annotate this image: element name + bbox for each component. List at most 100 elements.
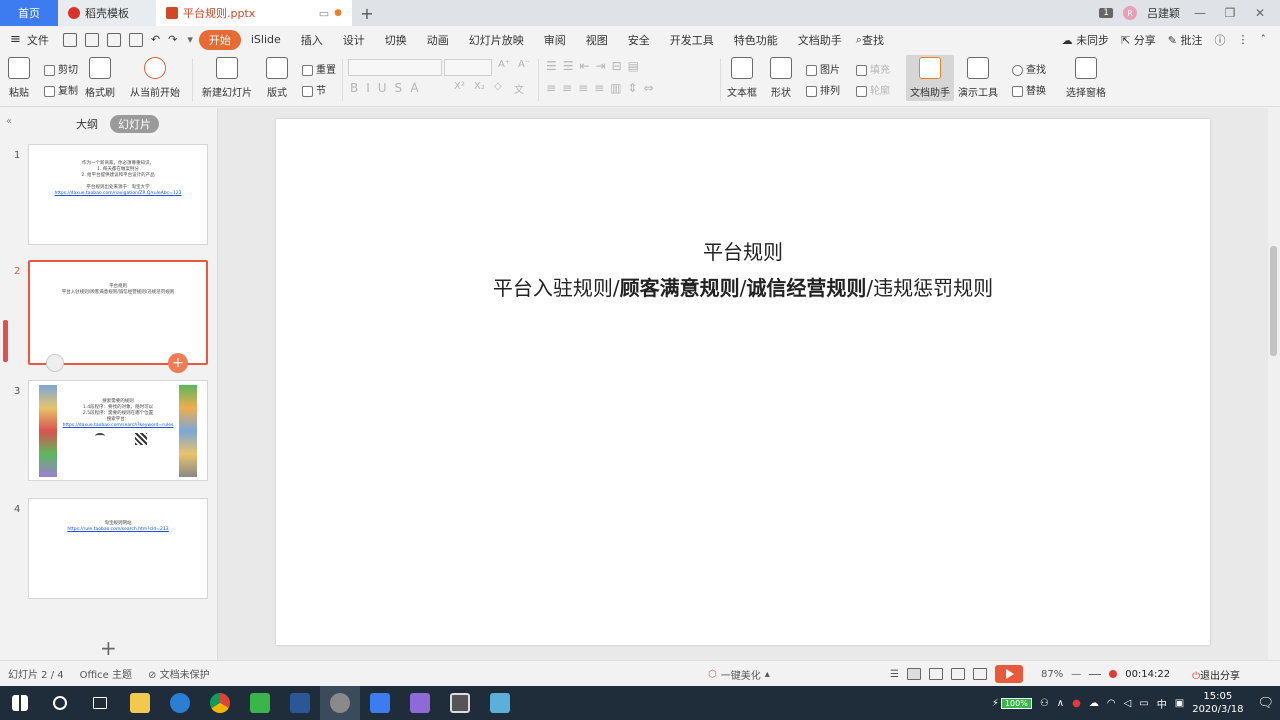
- undo-icon[interactable]: ↶: [151, 33, 160, 46]
- file-explorer-icon[interactable]: [120, 686, 160, 720]
- customize-icon[interactable]: ▾: [187, 33, 193, 46]
- slide-subtitle[interactable]: 平台入驻规则/顾客满意规则/诚信经营规则/违规惩罚规则: [276, 272, 1210, 301]
- person-icon[interactable]: ⚇: [1040, 698, 1049, 709]
- task-view-icon[interactable]: [80, 686, 120, 720]
- cut-button[interactable]: 剪切: [44, 61, 78, 76]
- export-pdf-icon[interactable]: [84, 32, 99, 47]
- share-button[interactable]: ⇱ 分享: [1121, 32, 1156, 48]
- sorter-view-icon[interactable]: [928, 668, 943, 680]
- theme-name[interactable]: Office 主题: [80, 666, 132, 681]
- monitor-icon[interactable]: ▭: [319, 7, 329, 20]
- list-format-icons[interactable]: ☰☰⇤⇥⊟▤: [546, 59, 645, 73]
- menu-developer[interactable]: 开发工具: [660, 32, 724, 48]
- layout-button[interactable]: 版式: [266, 57, 288, 99]
- slide-thumbnail-4[interactable]: 淘宝规则网站 https://rule.taobao.com/search.ht…: [28, 498, 208, 599]
- hamburger-icon[interactable]: ≡: [10, 32, 21, 47]
- more-icon[interactable]: ⋮: [1238, 33, 1249, 46]
- slideshow-play-button[interactable]: [994, 665, 1023, 683]
- save-icon[interactable]: [62, 32, 77, 47]
- app-icon[interactable]: [440, 686, 480, 720]
- arrange-button[interactable]: 排列: [806, 82, 840, 97]
- menu-doc-assistant[interactable]: 文档助手: [788, 32, 852, 48]
- add-slide-button[interactable]: +: [100, 636, 117, 660]
- app-icon[interactable]: [400, 686, 440, 720]
- grow-font-icon[interactable]: A⁺: [498, 59, 510, 70]
- zoom-out-icon[interactable]: —: [1071, 669, 1081, 680]
- avatar[interactable]: R: [1123, 6, 1137, 20]
- app-icon[interactable]: [320, 686, 360, 720]
- redo-icon[interactable]: ↷: [168, 33, 177, 46]
- char-spacing-icon[interactable]: 文: [514, 81, 524, 96]
- picture-button[interactable]: 图片: [806, 61, 840, 76]
- slide-thumbnail-2[interactable]: 平台规则 平台入驻规则/顾客满意规则/诚信经营规则/违规惩罚规则: [28, 260, 208, 365]
- notes-icon[interactable]: ☰: [890, 669, 899, 680]
- slide-thumbnail-3[interactable]: 搜索需要的规则 1.4段程序：要找的对象，随时可以 2.5段程序：需要的规则在哪…: [28, 380, 208, 481]
- normal-view-icon[interactable]: [906, 668, 921, 680]
- restore-icon[interactable]: ❐: [1220, 6, 1240, 20]
- tab-outline[interactable]: 大纲: [68, 115, 106, 133]
- reset-button[interactable]: 重置: [302, 61, 336, 76]
- tray-expand-icon[interactable]: ∧: [1057, 698, 1064, 709]
- zoom-slider[interactable]: [1089, 673, 1102, 675]
- chrome-icon[interactable]: [200, 686, 240, 720]
- menu-file[interactable]: 文件: [25, 32, 59, 48]
- beautify-button[interactable]: ⬡ 一键美化 ▴: [708, 667, 770, 682]
- clock[interactable]: 15:05 2020/3/18: [1192, 690, 1243, 716]
- doc-assistant-button[interactable]: 文档助手: [906, 55, 954, 101]
- tray-app-icon[interactable]: ▣: [1175, 698, 1184, 709]
- collapse-panel-icon[interactable]: «: [6, 116, 12, 127]
- new-slide-button[interactable]: 新建幻灯片: [202, 57, 252, 99]
- tab-slides[interactable]: 幻灯片: [110, 115, 159, 133]
- shape-button[interactable]: 形状: [770, 57, 792, 99]
- align-icons[interactable]: ≡≡≡≡▥⇕⇔: [546, 81, 660, 95]
- collapse-ribbon-icon[interactable]: ˆ: [1261, 33, 1267, 46]
- from-current-button[interactable]: 从当前开始: [130, 57, 180, 99]
- textbox-button[interactable]: 文本框: [727, 57, 757, 99]
- menu-animation[interactable]: 动画: [417, 32, 459, 48]
- subscript-icon[interactable]: X₂: [474, 81, 485, 92]
- sync-status[interactable]: ☁ 未同步: [1062, 32, 1110, 48]
- add-slide-icon[interactable]: +: [168, 353, 188, 373]
- superscript-icon[interactable]: X²: [454, 81, 465, 92]
- menu-slideshow[interactable]: 幻灯片放映: [459, 32, 534, 48]
- zoom-level[interactable]: 87%: [1041, 669, 1063, 680]
- app-icon[interactable]: [240, 686, 280, 720]
- tray-app-icon[interactable]: ●: [1072, 698, 1081, 709]
- slide-title[interactable]: 平台规则: [276, 236, 1210, 265]
- tab-daoke-templates[interactable]: 稻壳模板: [58, 0, 156, 26]
- replace-button[interactable]: 替换: [1012, 82, 1046, 97]
- cortana-icon[interactable]: [40, 686, 80, 720]
- reading-view-icon[interactable]: [950, 668, 965, 680]
- menu-insert[interactable]: 插入: [291, 32, 333, 48]
- notification-icon[interactable]: 🗨: [1257, 696, 1274, 711]
- edge-icon[interactable]: [160, 686, 200, 720]
- word-icon[interactable]: [280, 686, 320, 720]
- menu-view[interactable]: 视图: [576, 32, 618, 48]
- paste-button[interactable]: 粘贴: [8, 57, 30, 99]
- menu-design[interactable]: 设计: [333, 32, 375, 48]
- present-tools-button[interactable]: 演示工具: [958, 57, 998, 99]
- play-slide-icon[interactable]: [46, 354, 64, 372]
- help-icon[interactable]: ⓘ: [1215, 32, 1226, 48]
- user-name[interactable]: 吕建颖: [1147, 5, 1180, 21]
- print-icon[interactable]: [106, 32, 121, 47]
- selection-pane-button[interactable]: 选择窗格: [1066, 57, 1106, 99]
- app-icon[interactable]: [480, 686, 520, 720]
- menu-transition[interactable]: 切换: [375, 32, 417, 48]
- menu-features[interactable]: 特色功能: [724, 32, 788, 48]
- shrink-font-icon[interactable]: A⁻: [518, 59, 530, 70]
- exit-share-button[interactable]: ⏻退出分享: [1192, 667, 1240, 682]
- find-button[interactable]: 查找: [1012, 61, 1046, 76]
- menu-islide[interactable]: iSlide: [241, 33, 291, 46]
- slide-thumbnail-1[interactable]: 作为一个新商家，你必须尊重知识， 1. 每天都在做案例分 2. 给平台提供建议和…: [28, 144, 208, 245]
- menu-search[interactable]: 查找: [862, 32, 884, 48]
- keyboard-icon[interactable]: ▭: [1139, 698, 1148, 709]
- clear-format-icon[interactable]: ◇: [494, 81, 502, 92]
- close-icon[interactable]: ✕: [1250, 6, 1270, 20]
- panel-scrollbar[interactable]: [3, 320, 8, 362]
- protect-status[interactable]: ⊘ 文档未保护: [148, 666, 210, 681]
- ime-indicator[interactable]: 中: [1157, 696, 1167, 711]
- scrollbar-thumb[interactable]: [1270, 246, 1277, 356]
- menu-security[interactable]: 安全: [618, 32, 660, 48]
- slide[interactable]: 平台规则 平台入驻规则/顾客满意规则/诚信经营规则/违规惩罚规则: [276, 119, 1210, 645]
